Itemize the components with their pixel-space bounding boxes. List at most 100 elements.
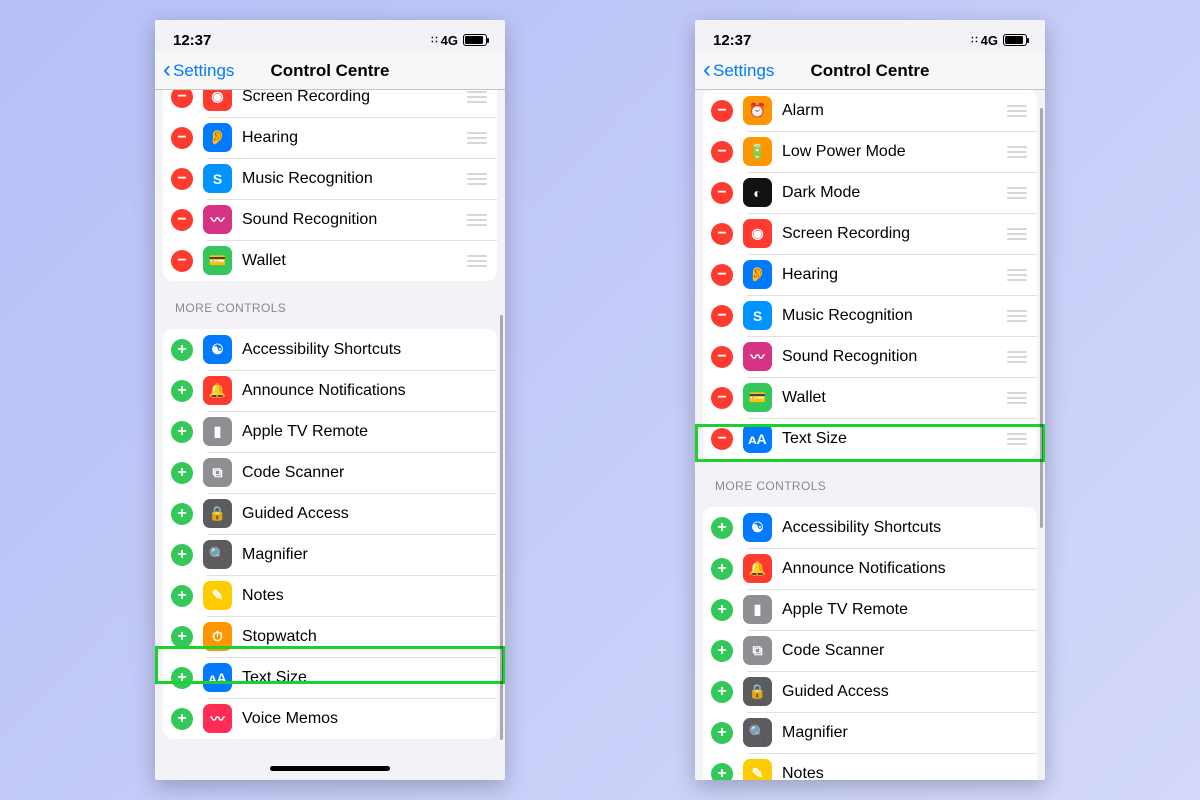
control-row[interactable]: + ⧉ Code Scanner xyxy=(703,630,1037,671)
control-label: Music Recognition xyxy=(782,307,1007,325)
home-indicator[interactable] xyxy=(155,760,505,780)
control-row[interactable]: − S Music Recognition xyxy=(703,295,1037,336)
remove-button[interactable]: − xyxy=(711,141,733,163)
control-label: Apple TV Remote xyxy=(782,601,1027,619)
remove-button[interactable]: − xyxy=(711,305,733,327)
control-row[interactable]: + ☯ Accessibility Shortcuts xyxy=(703,507,1037,548)
reorder-handle[interactable] xyxy=(1007,310,1027,322)
reorder-handle[interactable] xyxy=(1007,228,1027,240)
reorder-handle[interactable] xyxy=(1007,146,1027,158)
add-button[interactable]: + xyxy=(711,722,733,744)
control-row[interactable]: − ◉ Screen Recording xyxy=(703,213,1037,254)
control-row[interactable]: − ⏰ Alarm xyxy=(703,90,1037,131)
control-row[interactable]: − 👂 Hearing xyxy=(703,254,1037,295)
add-button[interactable]: + xyxy=(171,667,193,689)
phone-right: 12:37 ∷ 4G ‹ Settings Control Centre − ⏰… xyxy=(695,20,1045,780)
remove-button[interactable]: − xyxy=(711,100,733,122)
add-button[interactable]: + xyxy=(171,421,193,443)
control-row[interactable]: + 🔒 Guided Access xyxy=(703,671,1037,712)
code-scanner-icon: ⧉ xyxy=(743,636,772,665)
add-button[interactable]: + xyxy=(171,708,193,730)
control-row[interactable]: − 🔋 Low Power Mode xyxy=(703,131,1037,172)
add-button[interactable]: + xyxy=(171,462,193,484)
remove-button[interactable]: − xyxy=(711,346,733,368)
control-row[interactable]: + ▮ Apple TV Remote xyxy=(163,411,497,452)
remove-button[interactable]: − xyxy=(711,182,733,204)
control-label: Notes xyxy=(782,765,1027,781)
back-label: Settings xyxy=(713,61,774,81)
add-button[interactable]: + xyxy=(711,558,733,580)
included-group: − ⏰ Alarm − 🔋 Low Power Mode − ◐ Dark Mo… xyxy=(703,90,1037,459)
remove-button[interactable]: − xyxy=(171,168,193,190)
control-row[interactable]: + ✎ Notes xyxy=(703,753,1037,780)
control-row[interactable]: + 🔔 Announce Notifications xyxy=(163,370,497,411)
add-button[interactable]: + xyxy=(171,585,193,607)
hearing-icon: 👂 xyxy=(743,260,772,289)
control-row[interactable]: − ◉ Screen Recording xyxy=(163,90,497,117)
clock: 12:37 xyxy=(713,32,751,49)
alarm-icon: ⏰ xyxy=(743,96,772,125)
reorder-handle[interactable] xyxy=(467,255,487,267)
reorder-handle[interactable] xyxy=(467,173,487,185)
control-row[interactable]: + ☯ Accessibility Shortcuts xyxy=(163,329,497,370)
remove-button[interactable]: − xyxy=(171,250,193,272)
back-button[interactable]: ‹ Settings xyxy=(703,61,774,81)
control-row[interactable]: + ✎ Notes xyxy=(163,575,497,616)
add-button[interactable]: + xyxy=(711,517,733,539)
control-row[interactable]: + ▮ Apple TV Remote xyxy=(703,589,1037,630)
control-label: Wallet xyxy=(242,252,467,270)
control-label: Voice Memos xyxy=(242,710,487,728)
control-row[interactable]: + 〰 Voice Memos xyxy=(163,698,497,739)
remove-button[interactable]: − xyxy=(171,90,193,108)
control-row[interactable]: − S Music Recognition xyxy=(163,158,497,199)
reorder-handle[interactable] xyxy=(1007,187,1027,199)
control-row[interactable]: + 🔔 Announce Notifications xyxy=(703,548,1037,589)
remove-button[interactable]: − xyxy=(171,127,193,149)
add-button[interactable]: + xyxy=(171,503,193,525)
add-button[interactable]: + xyxy=(711,681,733,703)
control-row[interactable]: + 🔍 Magnifier xyxy=(163,534,497,575)
remove-button[interactable]: − xyxy=(711,428,733,450)
add-button[interactable]: + xyxy=(171,339,193,361)
control-row[interactable]: − 〰 Sound Recognition xyxy=(703,336,1037,377)
appletv-remote-icon: ▮ xyxy=(203,417,232,446)
reorder-handle[interactable] xyxy=(1007,392,1027,404)
announce-icon: 🔔 xyxy=(743,554,772,583)
scrollbar[interactable] xyxy=(500,315,503,740)
reorder-handle[interactable] xyxy=(467,91,487,103)
control-row[interactable]: + 🔍 Magnifier xyxy=(703,712,1037,753)
reorder-handle[interactable] xyxy=(1007,433,1027,445)
add-button[interactable]: + xyxy=(171,544,193,566)
control-row[interactable]: + ⏱ Stopwatch xyxy=(163,616,497,657)
remove-button[interactable]: − xyxy=(711,223,733,245)
control-row[interactable]: + ⧉ Code Scanner xyxy=(163,452,497,493)
scrollbar[interactable] xyxy=(1040,108,1043,528)
scroll-content[interactable]: − ◉ Screen Recording − 👂 Hearing − S Mus… xyxy=(155,90,505,760)
back-button[interactable]: ‹ Settings xyxy=(163,61,234,81)
remove-button[interactable]: − xyxy=(711,387,733,409)
control-row[interactable]: − 💳 Wallet xyxy=(163,240,497,281)
remove-button[interactable]: − xyxy=(711,264,733,286)
control-row[interactable]: − 💳 Wallet xyxy=(703,377,1037,418)
add-button[interactable]: + xyxy=(711,640,733,662)
control-row[interactable]: − ◐ Dark Mode xyxy=(703,172,1037,213)
control-row[interactable]: − 👂 Hearing xyxy=(163,117,497,158)
reorder-handle[interactable] xyxy=(1007,105,1027,117)
control-row[interactable]: + 🔒 Guided Access xyxy=(163,493,497,534)
reorder-handle[interactable] xyxy=(1007,269,1027,281)
add-button[interactable]: + xyxy=(711,599,733,621)
control-row[interactable]: + ᴀA Text Size xyxy=(163,657,497,698)
reorder-handle[interactable] xyxy=(1007,351,1027,363)
add-button[interactable]: + xyxy=(711,763,733,781)
remove-button[interactable]: − xyxy=(171,209,193,231)
scroll-content[interactable]: − ⏰ Alarm − 🔋 Low Power Mode − ◐ Dark Mo… xyxy=(695,90,1045,780)
add-button[interactable]: + xyxy=(171,626,193,648)
add-button[interactable]: + xyxy=(171,380,193,402)
control-label: Sound Recognition xyxy=(242,211,467,229)
page-title: Control Centre xyxy=(811,61,930,81)
statusbar: 12:37 ∷ 4G xyxy=(155,20,505,52)
control-row[interactable]: − ᴀA Text Size xyxy=(703,418,1037,459)
reorder-handle[interactable] xyxy=(467,214,487,226)
control-row[interactable]: − 〰 Sound Recognition xyxy=(163,199,497,240)
reorder-handle[interactable] xyxy=(467,132,487,144)
